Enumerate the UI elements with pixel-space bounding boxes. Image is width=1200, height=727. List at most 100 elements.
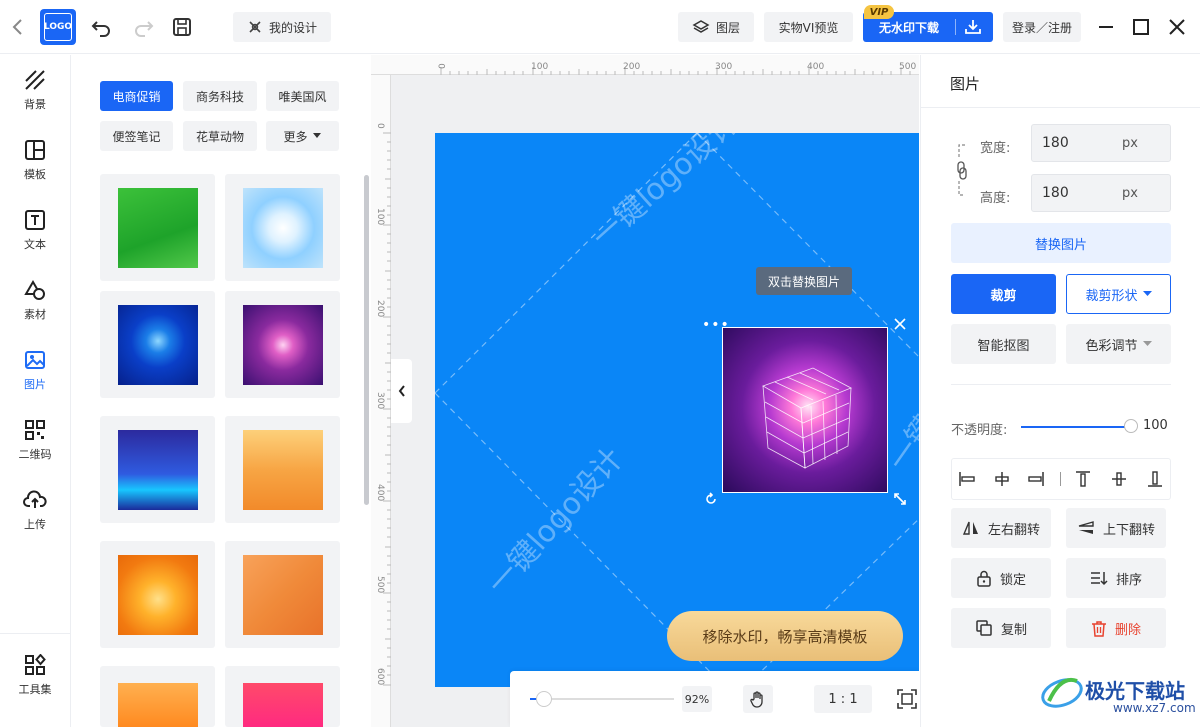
minimize-icon[interactable] — [1094, 16, 1118, 38]
color-adjust-dropdown[interactable]: 色彩调节 — [1066, 324, 1171, 364]
more-options-icon[interactable]: ••• — [702, 317, 730, 333]
ruler-label: 300 — [715, 62, 733, 72]
flip-vertical-label: 上下翻转 — [1102, 522, 1155, 538]
nav-item-text[interactable]: 文本 — [0, 195, 70, 265]
selected-image[interactable] — [722, 327, 888, 493]
caret-down-icon — [1142, 291, 1152, 297]
height-label: 高度: — [980, 191, 1011, 206]
category-chip[interactable]: 花草动物 — [183, 121, 257, 151]
nav-item-upload[interactable]: 上传 — [0, 475, 70, 545]
ruler-label: 100 — [375, 208, 385, 226]
vi-preview-label: 实物VI预览 — [778, 20, 839, 35]
undo-icon[interactable] — [90, 16, 114, 38]
image-panel: 电商促销 商务科技 唯美国风 便签笔记 花草动物 更多 — [72, 55, 370, 727]
image-thumb[interactable] — [225, 666, 340, 727]
image-thumb[interactable] — [225, 174, 340, 281]
section-divider — [951, 384, 1171, 385]
crop-button[interactable]: 裁剪 — [951, 274, 1056, 314]
height-unit: px — [1122, 186, 1138, 201]
ruler-label: 500 — [899, 62, 917, 72]
trash-icon — [1091, 620, 1107, 637]
login-button[interactable]: 登录／注册 — [1003, 12, 1081, 42]
image-thumb[interactable] — [225, 291, 340, 398]
zoom-slider-knob[interactable] — [536, 691, 553, 707]
align-center-h-icon[interactable] — [988, 468, 1016, 490]
nav-label: 二维码 — [18, 447, 52, 461]
remove-watermark-button[interactable]: 移除水印，畅享高清模板 — [667, 611, 903, 661]
category-chip[interactable]: 商务科技 — [183, 81, 257, 111]
ruler-label: 300 — [375, 392, 385, 410]
maximize-icon[interactable] — [1129, 16, 1153, 38]
opacity-slider-track[interactable] — [1021, 426, 1131, 428]
close-selection-icon[interactable] — [893, 317, 907, 331]
height-field[interactable]: 180 px — [1031, 174, 1171, 212]
qrcode-icon — [24, 419, 46, 441]
aspect-lock-icon[interactable] — [955, 141, 969, 199]
width-field[interactable]: 180 px — [1031, 124, 1171, 162]
nav-item-material[interactable]: 素材 — [0, 265, 70, 335]
align-middle-v-icon[interactable] — [1105, 468, 1133, 490]
my-design-label: 我的设计 — [268, 20, 317, 35]
nav-item-qrcode[interactable]: 二维码 — [0, 405, 70, 475]
image-thumb[interactable] — [100, 666, 215, 727]
align-right-icon[interactable] — [1022, 468, 1050, 490]
category-chip[interactable]: 唯美国风 — [266, 81, 339, 111]
app-logo: LOGO — [40, 9, 76, 45]
my-design-button[interactable]: 我的设计 — [233, 12, 331, 42]
image-thumb[interactable] — [100, 291, 215, 398]
resize-handle-icon[interactable] — [893, 492, 907, 506]
flip-vertical-button[interactable]: 上下翻转 — [1066, 508, 1166, 548]
copy-button[interactable]: 复制 — [951, 608, 1051, 648]
nav-item-toolbox[interactable]: 工具集 — [0, 640, 70, 710]
save-icon[interactable] — [171, 16, 193, 38]
ratio-1to1-button[interactable]: 1 : 1 — [814, 685, 872, 713]
image-thumb[interactable] — [100, 174, 215, 281]
panel-title: 图片 — [950, 75, 981, 93]
download-icon[interactable] — [963, 18, 983, 36]
smart-cutout-button[interactable]: 智能抠图 — [951, 324, 1056, 364]
more-label: 更多 — [283, 129, 308, 144]
fit-screen-icon[interactable] — [896, 688, 918, 710]
panel-collapse-button[interactable] — [391, 359, 412, 423]
lock-icon — [976, 570, 992, 587]
rotate-handle-icon[interactable] — [704, 492, 718, 506]
delete-label: 删除 — [1114, 622, 1141, 638]
width-label: 宽度: — [980, 141, 1011, 156]
delete-button[interactable]: 删除 — [1066, 608, 1166, 648]
nav-item-image[interactable]: 图片 — [0, 335, 70, 405]
upload-icon — [23, 489, 47, 511]
order-button[interactable]: 排序 — [1066, 558, 1166, 598]
vi-preview-button[interactable]: 实物VI预览 — [764, 12, 853, 42]
image-thumb[interactable] — [225, 416, 340, 523]
vip-badge: VIP — [864, 5, 894, 19]
category-chip[interactable]: 便签笔记 — [100, 121, 173, 151]
crop-shape-dropdown[interactable]: 裁剪形状 — [1066, 274, 1171, 314]
layers-button[interactable]: 图层 — [678, 12, 754, 42]
close-icon[interactable] — [1165, 16, 1189, 38]
lock-button[interactable]: 锁定 — [951, 558, 1051, 598]
category-chip[interactable]: 电商促销 — [100, 81, 173, 111]
align-left-icon[interactable] — [953, 468, 981, 490]
image-thumb[interactable] — [100, 541, 215, 648]
nav-item-template[interactable]: 模板 — [0, 125, 70, 195]
replace-image-button[interactable]: 替换图片 — [951, 223, 1171, 263]
crop-shape-label: 裁剪形状 — [1085, 288, 1138, 304]
opacity-slider-knob[interactable] — [1124, 419, 1138, 433]
panel-scrollbar[interactable] — [364, 175, 369, 505]
toolbox-icon — [24, 653, 46, 676]
hand-tool-button[interactable] — [743, 685, 773, 713]
align-bottom-icon[interactable] — [1141, 468, 1169, 490]
ruler-label: 600 — [375, 668, 385, 686]
left-ruler: 0 100 200 300 400 500 600 — [371, 75, 391, 727]
back-icon[interactable] — [8, 16, 28, 38]
image-icon — [24, 349, 46, 371]
nav-item-background[interactable]: 背景 — [0, 55, 70, 125]
image-thumb[interactable] — [225, 541, 340, 648]
more-categories-button[interactable]: 更多 — [266, 121, 339, 151]
flip-horizontal-button[interactable]: 左右翻转 — [951, 508, 1051, 548]
opacity-value: 100 — [1143, 418, 1168, 433]
image-thumb[interactable] — [100, 416, 215, 523]
redo-icon[interactable] — [131, 16, 155, 38]
align-top-icon[interactable] — [1069, 468, 1097, 490]
download-divider — [955, 19, 956, 35]
